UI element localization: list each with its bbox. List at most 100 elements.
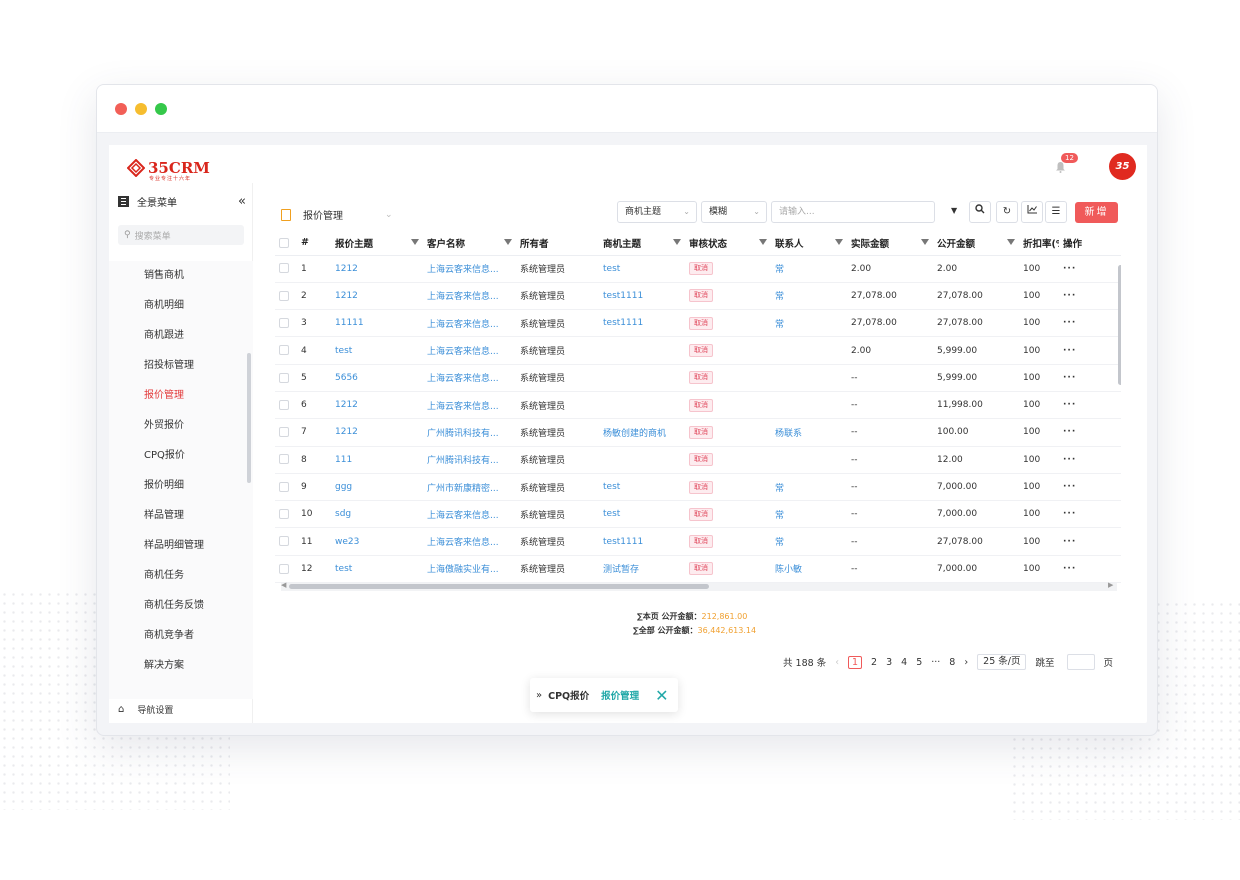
- row-checkbox[interactable]: [279, 563, 289, 574]
- table-row[interactable]: 5 5656 上海云客来信息... 系统管理员 取消 -- 5,999.00 100 ···: [275, 364, 1121, 392]
- cell-link[interactable]: 上海云客来信息...: [427, 292, 499, 302]
- more-actions-icon[interactable]: ···: [1063, 264, 1076, 274]
- row-select-cell[interactable]: [275, 391, 297, 420]
- cell-link[interactable]: 常: [775, 484, 784, 494]
- table-cell[interactable]: test: [599, 473, 685, 502]
- table-cell[interactable]: test1111: [599, 527, 685, 556]
- table-cell[interactable]: [599, 336, 685, 365]
- more-actions-icon[interactable]: ···: [1063, 373, 1076, 383]
- column-header[interactable]: 公开金额: [933, 231, 1019, 256]
- sidebar-item[interactable]: 商机明细: [109, 291, 253, 321]
- horizontal-scrollbar[interactable]: [289, 584, 709, 589]
- table-cell[interactable]: [599, 446, 685, 474]
- menu-search-input[interactable]: ⚲ 搜索菜单: [118, 225, 244, 245]
- cell-link[interactable]: 1212: [335, 400, 358, 410]
- row-checkbox[interactable]: [279, 509, 289, 520]
- table-cell[interactable]: test1111: [599, 309, 685, 338]
- page-1[interactable]: 1: [848, 655, 863, 669]
- add-button[interactable]: 新增: [1075, 202, 1118, 223]
- table-cell[interactable]: 常: [771, 473, 847, 502]
- row-select-cell[interactable]: [275, 255, 297, 283]
- field-select[interactable]: 商机主题 ⌄: [617, 201, 697, 223]
- bell-icon[interactable]: [1055, 161, 1069, 175]
- row-checkbox[interactable]: [279, 317, 289, 328]
- cell-link[interactable]: 常: [775, 320, 784, 330]
- cell-link[interactable]: test: [603, 509, 620, 519]
- search-input[interactable]: 请输入...: [771, 201, 935, 223]
- table-cell[interactable]: test: [599, 500, 685, 529]
- table-cell[interactable]: ggg: [331, 473, 423, 502]
- row-select-cell[interactable]: [275, 446, 297, 474]
- table-cell[interactable]: 上海云客来信息...: [423, 255, 516, 283]
- table-cell[interactable]: 杨敏创建的商机: [599, 418, 685, 447]
- row-checkbox[interactable]: [279, 263, 289, 274]
- select-all-checkbox[interactable]: [279, 237, 289, 248]
- more-actions-icon[interactable]: ···: [1063, 427, 1076, 437]
- table-row[interactable]: 6 1212 上海云客来信息... 系统管理员 取消 -- 11,998.00 100 ···: [275, 391, 1121, 420]
- table-row[interactable]: 10 sdg 上海云客来信息... 系统管理员 test 取消 常 -- 7,000.00 100…: [275, 500, 1121, 529]
- search-button[interactable]: [969, 201, 991, 223]
- actions-cell[interactable]: ···: [1059, 555, 1121, 584]
- collapse-sidebar-icon[interactable]: «: [238, 194, 246, 209]
- table-cell[interactable]: [771, 391, 847, 420]
- table-row[interactable]: 9 ggg 广州市新康精密... 系统管理员 test 取消 常 -- 7,000.00 100 ·…: [275, 473, 1121, 502]
- cell-link[interactable]: test: [335, 346, 352, 356]
- table-row[interactable]: 7 1212 广州腾讯科技有... 系统管理员 杨敏创建的商机 取消 杨联系 -- 100.00…: [275, 418, 1121, 447]
- column-header[interactable]: 联系人: [771, 231, 847, 256]
- filter-icon[interactable]: [1007, 239, 1015, 245]
- table-cell[interactable]: we23: [331, 527, 423, 556]
- sidebar-item[interactable]: CPQ报价: [109, 441, 253, 471]
- table-cell[interactable]: 上海云客来信息...: [423, 527, 516, 556]
- row-select-cell[interactable]: [275, 418, 297, 447]
- table-cell[interactable]: 广州腾讯科技有...: [423, 418, 516, 447]
- cell-link[interactable]: 常: [775, 265, 784, 275]
- sidebar-item-active[interactable]: 报价管理: [109, 381, 253, 411]
- cell-link[interactable]: 1212: [335, 264, 358, 274]
- more-actions-icon[interactable]: ···: [1063, 318, 1076, 328]
- table-row[interactable]: 1 1212 上海云客来信息... 系统管理员 test 取消 常 2.00 2.00 100 ··…: [275, 255, 1121, 283]
- row-checkbox[interactable]: [279, 372, 289, 383]
- row-select-cell[interactable]: [275, 500, 297, 529]
- table-cell[interactable]: sdg: [331, 500, 423, 529]
- cell-link[interactable]: 上海云客来信息...: [427, 402, 499, 412]
- cell-link[interactable]: 上海云客来信息...: [427, 511, 499, 521]
- column-settings-button[interactable]: ☰: [1045, 201, 1067, 223]
- actions-cell[interactable]: ···: [1059, 446, 1121, 474]
- table-row[interactable]: 2 1212 上海云客来信息... 系统管理员 test1111 取消 常 27,078.00…: [275, 282, 1121, 311]
- select-all-cell[interactable]: [275, 231, 297, 256]
- close-window-icon[interactable]: [115, 103, 127, 115]
- close-icon[interactable]: ✕: [655, 686, 668, 705]
- row-checkbox[interactable]: [279, 290, 289, 301]
- actions-cell[interactable]: ···: [1059, 255, 1121, 283]
- scroll-left-icon[interactable]: ◀: [281, 581, 286, 589]
- row-select-cell[interactable]: [275, 364, 297, 392]
- more-actions-icon[interactable]: ···: [1063, 346, 1076, 356]
- cell-link[interactable]: test: [603, 264, 620, 274]
- cell-link[interactable]: test1111: [603, 318, 643, 328]
- more-actions-icon[interactable]: ···: [1063, 455, 1076, 465]
- row-checkbox[interactable]: [279, 427, 289, 438]
- cell-link[interactable]: 上海云客来信息...: [427, 538, 499, 548]
- more-actions-icon[interactable]: ···: [1063, 291, 1076, 301]
- page-8[interactable]: 8: [949, 657, 955, 668]
- table-cell[interactable]: 上海云客来信息...: [423, 282, 516, 311]
- table-cell[interactable]: 1212: [331, 282, 423, 311]
- view-selector[interactable]: 报价管理 ⌄: [281, 207, 393, 222]
- table-cell[interactable]: [599, 364, 685, 392]
- cell-link[interactable]: 上海云客来信息...: [427, 347, 499, 357]
- table-cell[interactable]: [771, 364, 847, 392]
- scroll-right-icon[interactable]: ▶: [1108, 581, 1113, 589]
- table-cell[interactable]: 陈小敏: [771, 555, 847, 584]
- table-row[interactable]: 12 test 上海傲融实业有... 系统管理员 测试暂存 取消 陈小敏 -- 7,000.00…: [275, 555, 1121, 584]
- filter-icon[interactable]: [673, 239, 681, 245]
- table-cell[interactable]: test: [599, 255, 685, 283]
- filter-icon[interactable]: [835, 239, 843, 245]
- more-actions-icon[interactable]: ···: [1063, 400, 1076, 410]
- table-cell[interactable]: 上海傲融实业有...: [423, 555, 516, 584]
- prev-page-icon[interactable]: ‹: [835, 657, 839, 668]
- table-cell[interactable]: 1212: [331, 418, 423, 447]
- column-header[interactable]: 客户名称: [423, 231, 516, 256]
- actions-cell[interactable]: ···: [1059, 527, 1121, 556]
- actions-cell[interactable]: ···: [1059, 473, 1121, 502]
- cell-link[interactable]: 上海云客来信息...: [427, 374, 499, 384]
